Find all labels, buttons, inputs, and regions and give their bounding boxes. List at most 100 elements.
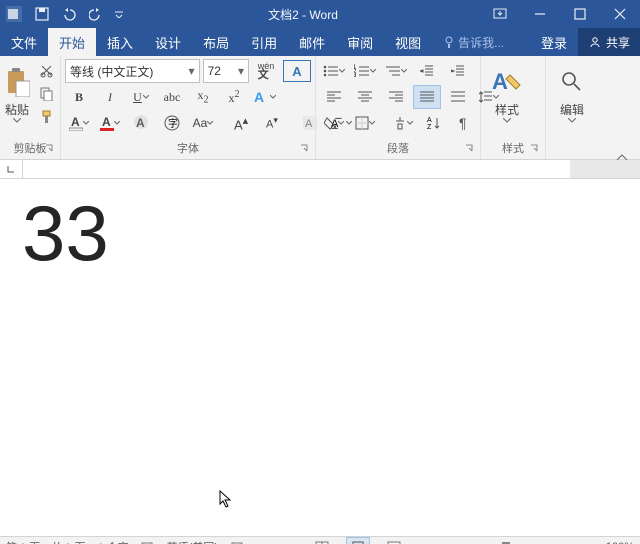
ribbon-display-options-button[interactable] (480, 8, 520, 20)
text-effects-button[interactable]: A (251, 85, 279, 109)
copy-button[interactable] (32, 83, 60, 104)
shrink-font-button[interactable]: A▾ (258, 111, 286, 135)
web-layout-button[interactable] (382, 537, 406, 544)
group-clipboard: 粘贴 剪贴板 (0, 56, 61, 159)
increase-indent-button[interactable] (444, 59, 472, 83)
italic-button[interactable]: I (96, 85, 124, 109)
document-text[interactable]: 33 (22, 194, 109, 272)
svg-text:3: 3 (354, 73, 357, 78)
tab-home[interactable]: 开始 (48, 28, 96, 56)
ribbon: 粘贴 剪贴板 等线 (中文正文)▾ 72▾ wén文 A B (0, 56, 640, 160)
tab-selector[interactable] (0, 160, 23, 178)
tab-references[interactable]: 引用 (240, 28, 288, 56)
char-shading-button[interactable]: A (127, 111, 155, 135)
underline-button[interactable]: U (127, 85, 155, 109)
language-status[interactable]: 英语(美国) (167, 539, 218, 544)
page-count[interactable]: 第 1 页，共 1 页 (6, 539, 85, 544)
tell-me[interactable]: 告诉我... (432, 28, 515, 56)
tab-layout[interactable]: 布局 (192, 28, 240, 56)
tab-review[interactable]: 审阅 (336, 28, 384, 56)
borders-button[interactable] (351, 111, 379, 135)
grow-font-button[interactable]: A▴ (227, 111, 255, 135)
styles-button[interactable]: A 样式 (485, 58, 529, 128)
numbering-icon: 123 (354, 64, 370, 78)
distributed-button[interactable] (444, 85, 472, 109)
status-bar: 第 1 页，共 1 页 1 个字 英语(美国) − + 100% (0, 536, 640, 544)
superscript-button[interactable]: x2 (220, 85, 248, 109)
align-right-button[interactable] (382, 85, 410, 109)
numbering-button[interactable]: 123 (351, 59, 379, 83)
share-button[interactable]: 共享 (578, 28, 640, 56)
asian-layout-button[interactable] (389, 111, 417, 135)
tab-view[interactable]: 视图 (384, 28, 432, 56)
window-title: 文档2 - Word (126, 6, 480, 23)
phonetic-guide-button[interactable]: wén文 (252, 59, 280, 83)
group-editing: 编辑 (546, 56, 604, 159)
group-font: 等线 (中文正文)▾ 72▾ wén文 A B I U abc x2 x2 A … (61, 56, 316, 159)
bucket-icon (324, 116, 338, 130)
minimize-button[interactable] (520, 8, 560, 20)
font-dialog-launcher[interactable] (297, 141, 311, 155)
format-painter-button[interactable] (32, 107, 60, 128)
svg-text:A: A (305, 118, 313, 130)
subscript-button[interactable]: x2 (189, 85, 217, 109)
maximize-button[interactable] (560, 8, 600, 20)
ribbon-tabs: 文件 开始 插入 设计 布局 引用 邮件 审阅 视图 告诉我... 登录 共享 (0, 28, 640, 56)
cursor-icon (219, 490, 233, 510)
pilcrow-icon: ¶ (459, 116, 471, 130)
chevron-down-icon: ▾ (189, 64, 195, 78)
multilevel-list-button[interactable] (382, 59, 410, 83)
tab-design[interactable]: 设计 (144, 28, 192, 56)
decrease-indent-button[interactable] (413, 59, 441, 83)
zoom-out-button[interactable]: − (418, 535, 446, 544)
word-count[interactable]: 1 个字 (97, 539, 128, 544)
sort-button[interactable]: AZ (420, 111, 448, 135)
group-paragraph: 123 AZ ¶ 段落 (316, 56, 481, 159)
font-name-combo[interactable]: 等线 (中文正文)▾ (65, 59, 200, 83)
print-layout-button[interactable] (346, 537, 370, 544)
word-icon (0, 0, 28, 28)
tab-mailings[interactable]: 邮件 (288, 28, 336, 56)
highlight-button[interactable]: A (65, 111, 93, 135)
strikethrough-button[interactable]: abc (158, 85, 186, 109)
tab-file[interactable]: 文件 (0, 28, 48, 56)
paste-button[interactable]: 粘贴 (4, 58, 30, 128)
paragraph-dialog-launcher[interactable] (462, 141, 476, 155)
login-link[interactable]: 登录 (530, 28, 578, 56)
styles-dialog-launcher[interactable] (527, 141, 541, 155)
undo-button[interactable] (56, 0, 84, 28)
bullets-icon (323, 64, 339, 78)
show-marks-button[interactable]: ¶ (451, 111, 479, 135)
document-area[interactable]: 33 (0, 179, 640, 536)
qat-customize[interactable] (112, 0, 126, 28)
svg-text:A: A (492, 69, 508, 94)
close-button[interactable] (600, 8, 640, 20)
bullets-button[interactable] (320, 59, 348, 83)
svg-text:¶: ¶ (459, 116, 467, 130)
redo-button[interactable] (84, 0, 112, 28)
svg-text:Z: Z (427, 124, 432, 130)
copy-icon (40, 87, 53, 101)
shading-button[interactable] (320, 111, 348, 135)
bold-button[interactable]: B (65, 85, 93, 109)
zoom-in-button[interactable]: + (566, 535, 594, 544)
align-center-button[interactable] (351, 85, 379, 109)
justify-button[interactable] (413, 85, 441, 109)
change-case-button[interactable]: Aa (189, 111, 217, 135)
save-button[interactable] (28, 0, 56, 28)
tab-insert[interactable]: 插入 (96, 28, 144, 56)
font-size-combo[interactable]: 72▾ (203, 59, 249, 83)
font-color-button[interactable]: A (96, 111, 124, 135)
group-styles: A 样式 样式 (481, 56, 546, 159)
horizontal-ruler[interactable] (0, 160, 640, 179)
svg-text:字: 字 (168, 117, 178, 130)
enclose-char-button[interactable]: 字 (158, 111, 186, 135)
cut-button[interactable] (32, 60, 60, 81)
brush-icon (40, 110, 53, 124)
align-left-button[interactable] (320, 85, 348, 109)
clipboard-dialog-launcher[interactable] (42, 141, 56, 155)
read-mode-button[interactable] (310, 537, 334, 544)
character-border-button[interactable]: A (283, 60, 311, 82)
editing-button[interactable]: 编辑 (550, 58, 594, 128)
chevron-down-icon: ▾ (238, 64, 244, 78)
